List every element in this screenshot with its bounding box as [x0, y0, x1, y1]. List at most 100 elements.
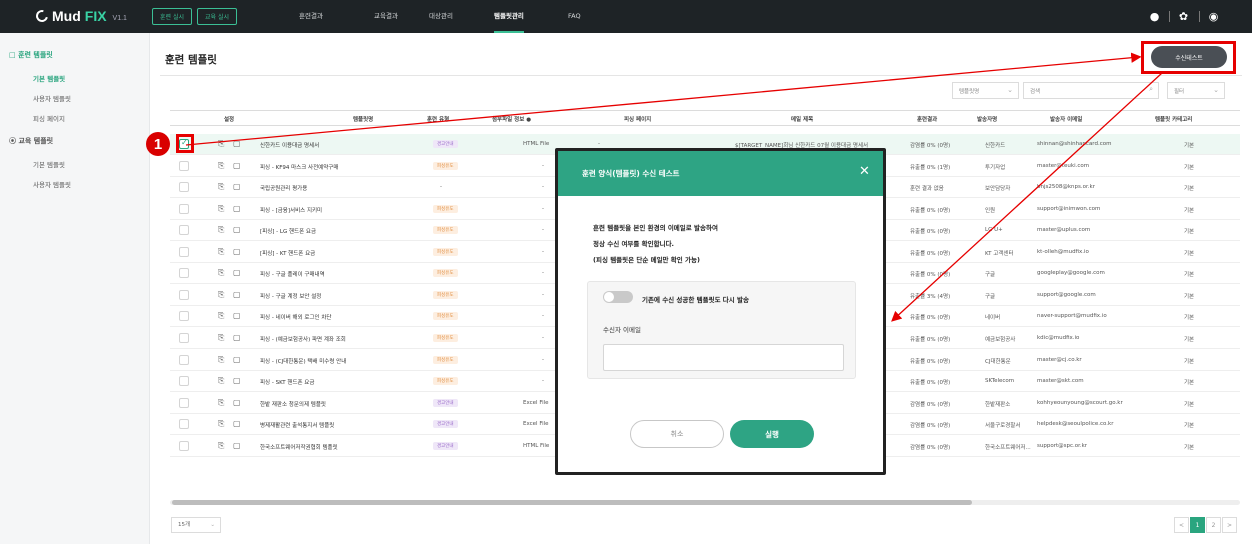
preview-icon[interactable]: ▢	[233, 441, 242, 451]
row-checkbox[interactable]	[179, 246, 189, 257]
copy-icon[interactable]: ⎘	[218, 441, 227, 451]
column-header[interactable]: 메일 제목	[791, 115, 813, 123]
column-header[interactable]: 템플릿 카테고리	[1155, 115, 1192, 123]
row-checkbox[interactable]	[179, 160, 189, 171]
copy-icon[interactable]: ⎘	[218, 355, 227, 365]
page-1-button[interactable]: 1	[1190, 517, 1205, 533]
nav-target-management[interactable]: 대상관리	[429, 0, 453, 33]
row-checkbox[interactable]	[179, 376, 189, 387]
logo[interactable]: Mud FIX V1.1	[33, 7, 127, 25]
row-checkbox[interactable]	[179, 419, 189, 430]
close-icon[interactable]: ✕	[859, 164, 870, 179]
scrollbar-thumb[interactable]	[172, 500, 972, 505]
preview-icon[interactable]: ▢	[233, 225, 242, 235]
column-header[interactable]: 발송자명	[977, 115, 997, 123]
copy-icon[interactable]: ⎘	[218, 247, 227, 257]
row-checkbox[interactable]	[179, 397, 189, 408]
prev-page-button[interactable]: <	[1174, 517, 1189, 533]
preview-icon[interactable]: ▢	[233, 311, 242, 321]
copy-icon[interactable]: ⎘	[218, 311, 227, 321]
copy-icon[interactable]: ⎘	[218, 333, 227, 343]
copy-icon[interactable]: ⎘	[218, 182, 227, 192]
sidebar-group-training-templates[interactable]: □ 훈련 템플릿	[9, 50, 53, 60]
copy-icon[interactable]: ⎘	[218, 161, 227, 171]
recipient-email-input[interactable]	[603, 344, 844, 371]
copy-icon[interactable]: ⎘	[218, 225, 227, 235]
template-name[interactable]: 한밭 재판소 청문의제 템플릿	[260, 400, 410, 408]
preview-icon[interactable]: ▢	[233, 139, 242, 149]
template-name[interactable]: 한국소프트웨어저작권협회 템플릿	[260, 443, 410, 451]
training-start-button[interactable]: 훈련 실시	[152, 8, 192, 25]
row-checkbox[interactable]	[179, 225, 189, 236]
row-checkbox[interactable]	[179, 268, 189, 279]
copy-icon[interactable]: ⎘	[218, 139, 227, 149]
template-name[interactable]: 피싱 - 네이버 해외 로그인 차단	[260, 313, 410, 321]
row-checkbox[interactable]	[179, 332, 189, 343]
resend-toggle[interactable]	[603, 291, 633, 303]
sidebar-item-edu-user-templates[interactable]: 사용자 템플릿	[33, 179, 71, 189]
search-input[interactable]: 검색 ⌕	[1023, 82, 1159, 99]
info-icon[interactable]: ●	[1147, 9, 1162, 24]
copy-icon[interactable]: ⎘	[218, 204, 227, 214]
row-checkbox[interactable]	[179, 440, 189, 451]
page-2-button[interactable]: 2	[1206, 517, 1221, 533]
search-icon[interactable]: ⌕	[1149, 85, 1153, 94]
preview-icon[interactable]: ▢	[233, 247, 242, 257]
cancel-button[interactable]: 취소	[630, 420, 724, 448]
sidebar-item-basic-templates[interactable]: 기본 템플릿	[33, 73, 65, 83]
template-name[interactable]: 신한카드 이용대금 명세서	[260, 141, 410, 149]
page-size-select[interactable]: 15개 ⌄	[171, 517, 221, 533]
column-header[interactable]: 템플릿명	[353, 115, 373, 123]
run-button[interactable]: 실행	[730, 420, 814, 448]
preview-icon[interactable]: ▢	[233, 161, 242, 171]
template-name[interactable]: 병제재활관련 출석통지서 템플릿	[260, 421, 410, 429]
template-name[interactable]: 피싱 - KF94 마스크 사전예약구매	[260, 163, 410, 171]
copy-icon[interactable]: ⎘	[218, 398, 227, 408]
column-header[interactable]: 피싱 페이지	[624, 115, 651, 123]
template-name[interactable]: 피싱 - (CJ대한통운) 택배 미수령 안내	[260, 357, 410, 365]
preview-icon[interactable]: ▢	[233, 182, 242, 192]
filter-button[interactable]: 필터 ⌄	[1167, 82, 1225, 99]
row-checkbox[interactable]	[179, 203, 189, 214]
row-checkbox[interactable]	[179, 182, 189, 193]
template-name[interactable]: 피싱 - [금융]서비스 지키미	[260, 206, 410, 214]
gear-icon[interactable]: ✿	[1176, 9, 1191, 24]
preview-icon[interactable]: ▢	[233, 355, 242, 365]
sidebar-group-education-templates[interactable]: ⦿ 교육 템플릿	[9, 136, 53, 146]
nav-faq[interactable]: FAQ	[568, 0, 581, 33]
nav-training-results[interactable]: 훈련결과	[299, 0, 323, 33]
template-name[interactable]: [피싱] - KT 핸드폰 요금	[260, 249, 410, 257]
filter-select[interactable]: 템플릿명 ⌄	[952, 82, 1019, 99]
preview-icon[interactable]: ▢	[233, 398, 242, 408]
column-header[interactable]: 훈련 유형	[427, 115, 449, 123]
copy-icon[interactable]: ⎘	[218, 268, 227, 278]
template-name[interactable]: 피싱 - 구글 플레이 구매내역	[260, 270, 410, 278]
education-start-button[interactable]: 교육 실시	[197, 8, 237, 25]
user-icon[interactable]: ◉	[1206, 9, 1221, 24]
template-name[interactable]: 국립공원관리 평가용	[260, 184, 410, 192]
next-page-button[interactable]: >	[1222, 517, 1237, 533]
preview-icon[interactable]: ▢	[233, 290, 242, 300]
template-name[interactable]: 피싱 - SKT 핸드폰 요금	[260, 378, 410, 386]
nav-template-management[interactable]: 템플릿관리	[494, 0, 524, 33]
copy-icon[interactable]: ⎘	[218, 419, 227, 429]
preview-icon[interactable]: ▢	[233, 333, 242, 343]
nav-education-results[interactable]: 교육결과	[374, 0, 398, 33]
sidebar-item-phishing-pages[interactable]: 피싱 페이지	[33, 113, 65, 123]
preview-icon[interactable]: ▢	[233, 419, 242, 429]
column-header[interactable]: 훈련결과	[917, 115, 937, 123]
template-name[interactable]: 피싱 - (예금보험공사) 파면 계좌 조회	[260, 335, 410, 343]
preview-icon[interactable]: ▢	[233, 204, 242, 214]
template-name[interactable]: 피싱 - 구글 계정 보안 설정	[260, 292, 410, 300]
template-name[interactable]: [피싱] - LG 핸드폰 요금	[260, 227, 410, 235]
preview-icon[interactable]: ▢	[233, 268, 242, 278]
row-checkbox[interactable]	[179, 289, 189, 300]
copy-icon[interactable]: ⎘	[218, 376, 227, 386]
sidebar-item-user-templates[interactable]: 사용자 템플릿	[33, 93, 71, 103]
sidebar-item-edu-basic-templates[interactable]: 기본 템플릿	[33, 159, 65, 169]
row-checkbox[interactable]	[179, 354, 189, 365]
preview-icon[interactable]: ▢	[233, 376, 242, 386]
column-header[interactable]: 발송자 이메일	[1050, 115, 1082, 123]
row-checkbox[interactable]	[179, 311, 189, 322]
column-header[interactable]: 첨부파일 정보 ●	[492, 115, 531, 123]
